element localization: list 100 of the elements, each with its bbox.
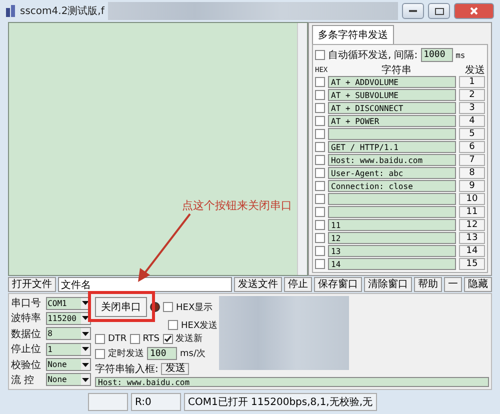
checkbox[interactable] xyxy=(162,334,172,344)
close-button[interactable] xyxy=(454,3,494,19)
send-number-button[interactable]: 9 xyxy=(459,180,485,192)
panel-tab[interactable]: 多条字符串发送 xyxy=(312,25,394,44)
setting-dropdown[interactable]: None xyxy=(46,358,91,372)
hex-checkbox[interactable] xyxy=(315,259,325,269)
minimize-button[interactable] xyxy=(402,3,424,19)
toolbar-button[interactable]: 停止 xyxy=(284,277,312,292)
setting-dropdown[interactable]: COM1 xyxy=(46,296,91,310)
interval-unit: ms xyxy=(456,50,466,60)
hex-checkbox[interactable] xyxy=(315,168,325,178)
setting-label: 串口号 xyxy=(11,296,42,310)
scrollbar[interactable] xyxy=(297,23,307,275)
send-number-button[interactable]: 15 xyxy=(459,258,485,270)
string-field[interactable]: AT + ADDVOLUME xyxy=(328,76,456,88)
hex-checkbox[interactable] xyxy=(315,103,325,113)
dropdown-caret-icon xyxy=(81,328,90,340)
hex-checkbox[interactable] xyxy=(315,116,325,126)
status-cell: COM1已打开 115200bps,8,1,无校验,无 xyxy=(184,393,377,411)
toolbar-button[interactable]: 保存窗口 xyxy=(314,277,362,292)
dropdown-caret-icon xyxy=(81,359,90,370)
highlight-frame xyxy=(88,291,155,322)
toolbar-button[interactable]: 清除窗口 xyxy=(364,277,412,292)
checkbox[interactable] xyxy=(168,320,178,330)
checkbox[interactable] xyxy=(315,50,325,60)
string-field[interactable]: 12 xyxy=(328,232,456,244)
hex-checkbox[interactable] xyxy=(315,194,325,204)
open-file-button[interactable]: 打开文件 xyxy=(8,277,56,292)
string-field[interactable] xyxy=(328,193,456,205)
setting-dropdown[interactable]: 1 xyxy=(46,342,91,356)
maximize-icon xyxy=(434,8,444,14)
string-input-label: 字符串输入框: xyxy=(95,362,158,376)
string-field[interactable]: Host: www.baidu.com xyxy=(328,154,456,166)
maximize-button[interactable] xyxy=(428,3,450,19)
filename-field[interactable]: 文件名 xyxy=(58,277,232,292)
send-number-button[interactable]: 11 xyxy=(459,206,485,218)
string-field[interactable]: AT + SUBVOLUME xyxy=(328,89,456,101)
timer-field[interactable]: 100 xyxy=(147,347,177,360)
setting-dropdown[interactable]: None xyxy=(46,373,91,386)
string-field[interactable]: 13 xyxy=(328,245,456,257)
send-number-button[interactable]: 2 xyxy=(459,89,485,101)
checkbox[interactable] xyxy=(163,302,173,312)
annotation-arrow xyxy=(138,213,191,282)
hex-checkbox[interactable] xyxy=(315,77,325,87)
interval-label: 间隔: xyxy=(394,49,418,62)
setting-dropdown[interactable]: 8 xyxy=(46,327,91,340)
setting-dropdown[interactable]: 115200 xyxy=(46,312,91,325)
send-number-button[interactable]: 13 xyxy=(459,232,485,244)
hex-checkbox[interactable] xyxy=(315,90,325,100)
option-label: 发送新 xyxy=(176,332,202,345)
receive-area[interactable] xyxy=(8,22,308,276)
status-cell: R:0 xyxy=(131,393,181,411)
string-field[interactable]: 11 xyxy=(328,219,456,231)
string-field[interactable]: AT + DISCONNECT xyxy=(328,102,456,114)
send-number-button[interactable]: 6 xyxy=(459,141,485,153)
string-input-field[interactable]: Host: www.baidu.com xyxy=(95,377,489,387)
send-number-button[interactable]: 4 xyxy=(459,115,485,127)
toolbar-button[interactable]: 帮助 xyxy=(414,277,442,292)
send-button[interactable]: 发送 xyxy=(161,362,190,374)
string-field[interactable]: AT + POWER xyxy=(328,115,456,127)
send-number-button[interactable]: 3 xyxy=(459,102,485,114)
toolbar-button[interactable]: 一 xyxy=(444,277,462,292)
send-number-button[interactable]: 14 xyxy=(459,245,485,257)
toolbar-button[interactable]: 发送文件 xyxy=(234,277,282,292)
string-field[interactable]: User-Agent: abc xyxy=(328,167,456,179)
hex-checkbox[interactable] xyxy=(315,181,325,191)
setting-label: 流 控 xyxy=(11,374,36,387)
send-number-button[interactable]: 10 xyxy=(459,193,485,205)
string-field[interactable] xyxy=(328,206,456,218)
hex-checkbox[interactable] xyxy=(315,207,325,217)
interval-field[interactable]: 1000 xyxy=(420,48,453,62)
hex-checkbox[interactable] xyxy=(315,142,325,152)
toolbar-button[interactable]: 隐藏 xyxy=(464,277,492,292)
hex-checkbox[interactable] xyxy=(315,129,325,139)
hex-checkbox[interactable] xyxy=(315,233,325,243)
string-field[interactable]: GET / HTTP/1.1 xyxy=(328,141,456,153)
send-number-button[interactable]: 7 xyxy=(459,154,485,166)
column-header: 字符串 xyxy=(380,64,412,76)
app-icon xyxy=(6,5,16,17)
setting-label: 停止位 xyxy=(11,342,42,356)
window-title: sscom4.2测试版,f xyxy=(20,4,104,18)
send-number-button[interactable]: 12 xyxy=(459,219,485,231)
hex-checkbox[interactable] xyxy=(315,246,325,256)
send-number-button[interactable]: 1 xyxy=(459,76,485,88)
string-field[interactable] xyxy=(328,128,456,140)
checkbox[interactable] xyxy=(95,334,105,344)
send-number-button[interactable]: 5 xyxy=(459,128,485,140)
checkbox[interactable] xyxy=(95,348,105,358)
send-number-button[interactable]: 8 xyxy=(459,167,485,179)
string-field[interactable]: 14 xyxy=(328,258,456,270)
hex-checkbox[interactable] xyxy=(315,155,325,165)
option-label: HEX显示 xyxy=(176,302,213,314)
option-label: 定时发送 xyxy=(108,348,144,360)
close-port-button[interactable]: 关闭串口 xyxy=(95,297,147,317)
string-field[interactable]: Connection: close xyxy=(328,180,456,192)
checkbox[interactable] xyxy=(130,334,140,344)
hex-checkbox[interactable] xyxy=(315,220,325,230)
status-cell xyxy=(88,393,128,411)
option-label: HEX发送 xyxy=(181,320,218,332)
setting-label: 校验位 xyxy=(11,358,42,372)
